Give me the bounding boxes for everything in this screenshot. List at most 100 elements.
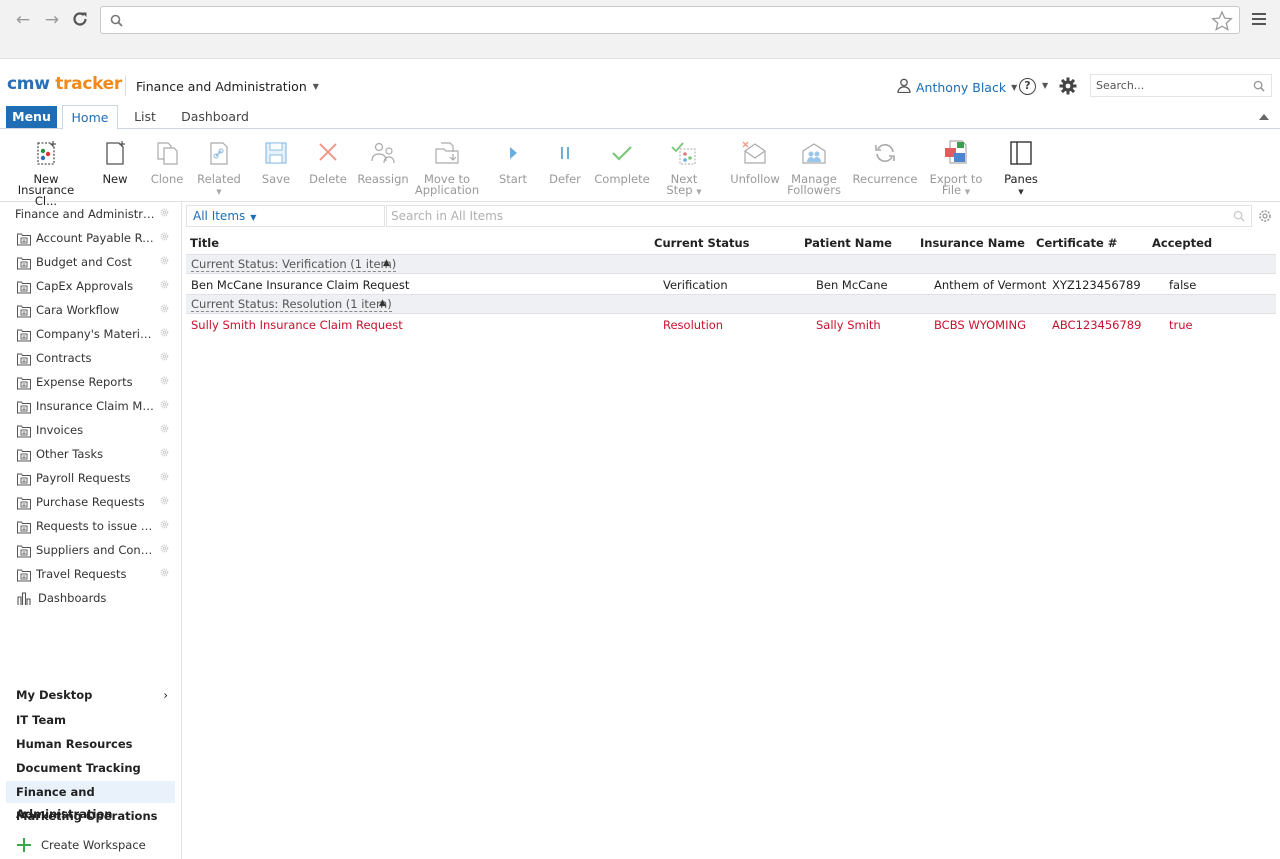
tab-dashboard[interactable]: Dashboard [176, 105, 254, 129]
gear-icon[interactable] [159, 303, 170, 317]
forward-arrow-icon[interactable]: → [42, 10, 62, 30]
chevron-up-icon[interactable]: ▲ [383, 258, 390, 268]
gear-icon[interactable] [159, 567, 170, 581]
sidebar-item[interactable]: Insurance Claim Ma... [0, 394, 181, 418]
new-document-icon [106, 141, 125, 165]
view-settings-gear-icon[interactable] [1257, 208, 1273, 227]
address-input[interactable] [129, 10, 1199, 30]
gear-icon[interactable] [159, 351, 170, 365]
list-search-input[interactable] [391, 206, 1211, 226]
gear-icon[interactable] [159, 447, 170, 461]
sidebar-item[interactable]: Account Payable Req... [0, 226, 181, 250]
manage-followers-button[interactable]: Manage Followers [786, 130, 842, 200]
bookmark-star-icon[interactable] [1211, 10, 1233, 35]
gear-icon[interactable] [159, 543, 170, 557]
group-header-verification[interactable]: Current Status: Verification (1 item) ▲ [186, 254, 1276, 274]
user-menu[interactable]: Anthony Black ▼ [897, 78, 1017, 96]
gear-icon[interactable] [159, 279, 170, 293]
tab-home[interactable]: Home [62, 105, 118, 130]
complete-button[interactable]: Complete [594, 130, 650, 200]
browser-menu-icon[interactable] [1252, 13, 1266, 25]
related-button[interactable]: Related ▼ [194, 130, 244, 200]
gear-icon[interactable] [159, 255, 170, 269]
column-current-status[interactable]: Current Status [654, 236, 750, 250]
chevron-up-icon[interactable]: ▲ [379, 298, 386, 308]
group-header-resolution[interactable]: Current Status: Resolution (1 item) ▲ [186, 294, 1276, 314]
reload-icon[interactable] [70, 10, 90, 30]
workspace-finance-and-administration[interactable]: Finance and Administration [6, 781, 175, 821]
collapse-ribbon-icon[interactable] [1259, 114, 1269, 120]
defer-button[interactable]: Defer [544, 130, 586, 200]
sidebar-item[interactable]: Requests to issue M... [0, 514, 181, 538]
address-bar[interactable] [100, 6, 1240, 34]
sidebar-item[interactable]: Suppliers and Contr... [0, 538, 181, 562]
header-divider [125, 76, 126, 96]
global-search-input[interactable] [1096, 75, 1246, 96]
workspace-my-desktop[interactable]: My Desktop › [16, 684, 176, 706]
column-accepted[interactable]: Accepted [1152, 236, 1212, 250]
sidebar-item-dashboards[interactable]: Dashboards [0, 586, 181, 610]
start-button[interactable]: Start [492, 130, 534, 200]
gear-icon[interactable] [159, 399, 170, 413]
gear-icon[interactable] [159, 495, 170, 509]
workspace-name: Finance and Administration [136, 79, 307, 94]
sidebar-item[interactable]: Expense Reports [0, 370, 181, 394]
gear-icon[interactable] [159, 231, 170, 245]
delete-button[interactable]: Delete [306, 130, 350, 200]
gear-icon[interactable] [159, 471, 170, 485]
new-insurance-claim-button[interactable]: New Insurance Cl... [6, 130, 86, 207]
unfollow-button[interactable]: Unfollow [728, 130, 782, 200]
panes-button[interactable]: Panes ▼ [998, 130, 1044, 200]
application-folder-icon [16, 398, 32, 417]
workspace-document-tracking[interactable]: Document Tracking [16, 757, 176, 779]
gear-icon[interactable] [159, 375, 170, 389]
tab-list[interactable]: List [127, 105, 163, 129]
bar-chart-icon [16, 590, 32, 609]
reassign-button[interactable]: Reassign [357, 130, 409, 200]
gear-icon[interactable] [159, 327, 170, 341]
column-certificate[interactable]: Certificate # [1036, 236, 1117, 250]
column-title[interactable]: Title [190, 236, 219, 250]
tab-menu[interactable]: Menu [6, 106, 57, 128]
gear-icon[interactable] [159, 519, 170, 533]
gear-icon[interactable] [159, 423, 170, 437]
sidebar-item[interactable]: Other Tasks [0, 442, 181, 466]
sidebar-item[interactable]: Invoices [0, 418, 181, 442]
new-button[interactable]: New [95, 130, 135, 200]
workspace-it-team[interactable]: IT Team [16, 709, 176, 731]
settings-gear-icon[interactable] [1059, 77, 1077, 98]
sidebar-item[interactable]: Cara Workflow [0, 298, 181, 322]
view-selector[interactable]: All Items ▼ [186, 205, 385, 227]
next-step-button[interactable]: Next Step ▼ [662, 130, 706, 200]
sidebar-item[interactable]: Payroll Requests [0, 466, 181, 490]
sidebar-item[interactable]: Purchase Requests [0, 490, 181, 514]
column-insurance-name[interactable]: Insurance Name [920, 236, 1025, 250]
sidebar-workspace-header[interactable]: Finance and Administrati... [0, 202, 181, 226]
sidebar-item[interactable]: Company's Material ... [0, 322, 181, 346]
export-to-file-button[interactable]: Export to File ▼ [928, 130, 984, 200]
clone-button[interactable]: Clone [146, 130, 188, 200]
global-search[interactable] [1090, 74, 1272, 97]
sidebar-item[interactable]: CapEx Approvals [0, 274, 181, 298]
sidebar-item[interactable]: Travel Requests [0, 562, 181, 586]
sidebar-item[interactable]: Contracts [0, 346, 181, 370]
back-arrow-icon[interactable]: ← [13, 10, 33, 30]
recurrence-button[interactable]: Recurrence [852, 130, 918, 200]
sidebar-item[interactable]: Budget and Cost [0, 250, 181, 274]
sidebar-item-label: Suppliers and Contr... [36, 543, 154, 557]
workspace-human-resources[interactable]: Human Resources [16, 733, 176, 755]
list-search[interactable] [386, 205, 1252, 227]
move-to-application-button[interactable]: Move to Application [414, 130, 480, 200]
gear-icon[interactable] [159, 207, 170, 221]
help-icon[interactable]: ? [1019, 78, 1036, 95]
search-icon[interactable] [1233, 210, 1245, 225]
search-icon[interactable] [1253, 80, 1265, 95]
chevron-down-icon[interactable]: ▼ [1042, 81, 1048, 90]
column-patient-name[interactable]: Patient Name [804, 236, 892, 250]
save-button[interactable]: Save [255, 130, 297, 200]
table-row[interactable]: Sully Smith Insurance Claim Request Reso… [186, 314, 1276, 334]
create-workspace-button[interactable]: Create Workspace [0, 833, 181, 857]
table-row[interactable]: Ben McCane Insurance Claim Request Verif… [186, 274, 1276, 294]
workspace-marketing-operations[interactable]: Marketing Operations [16, 805, 176, 827]
workspace-switcher[interactable]: Finance and Administration ▼ [136, 79, 319, 94]
